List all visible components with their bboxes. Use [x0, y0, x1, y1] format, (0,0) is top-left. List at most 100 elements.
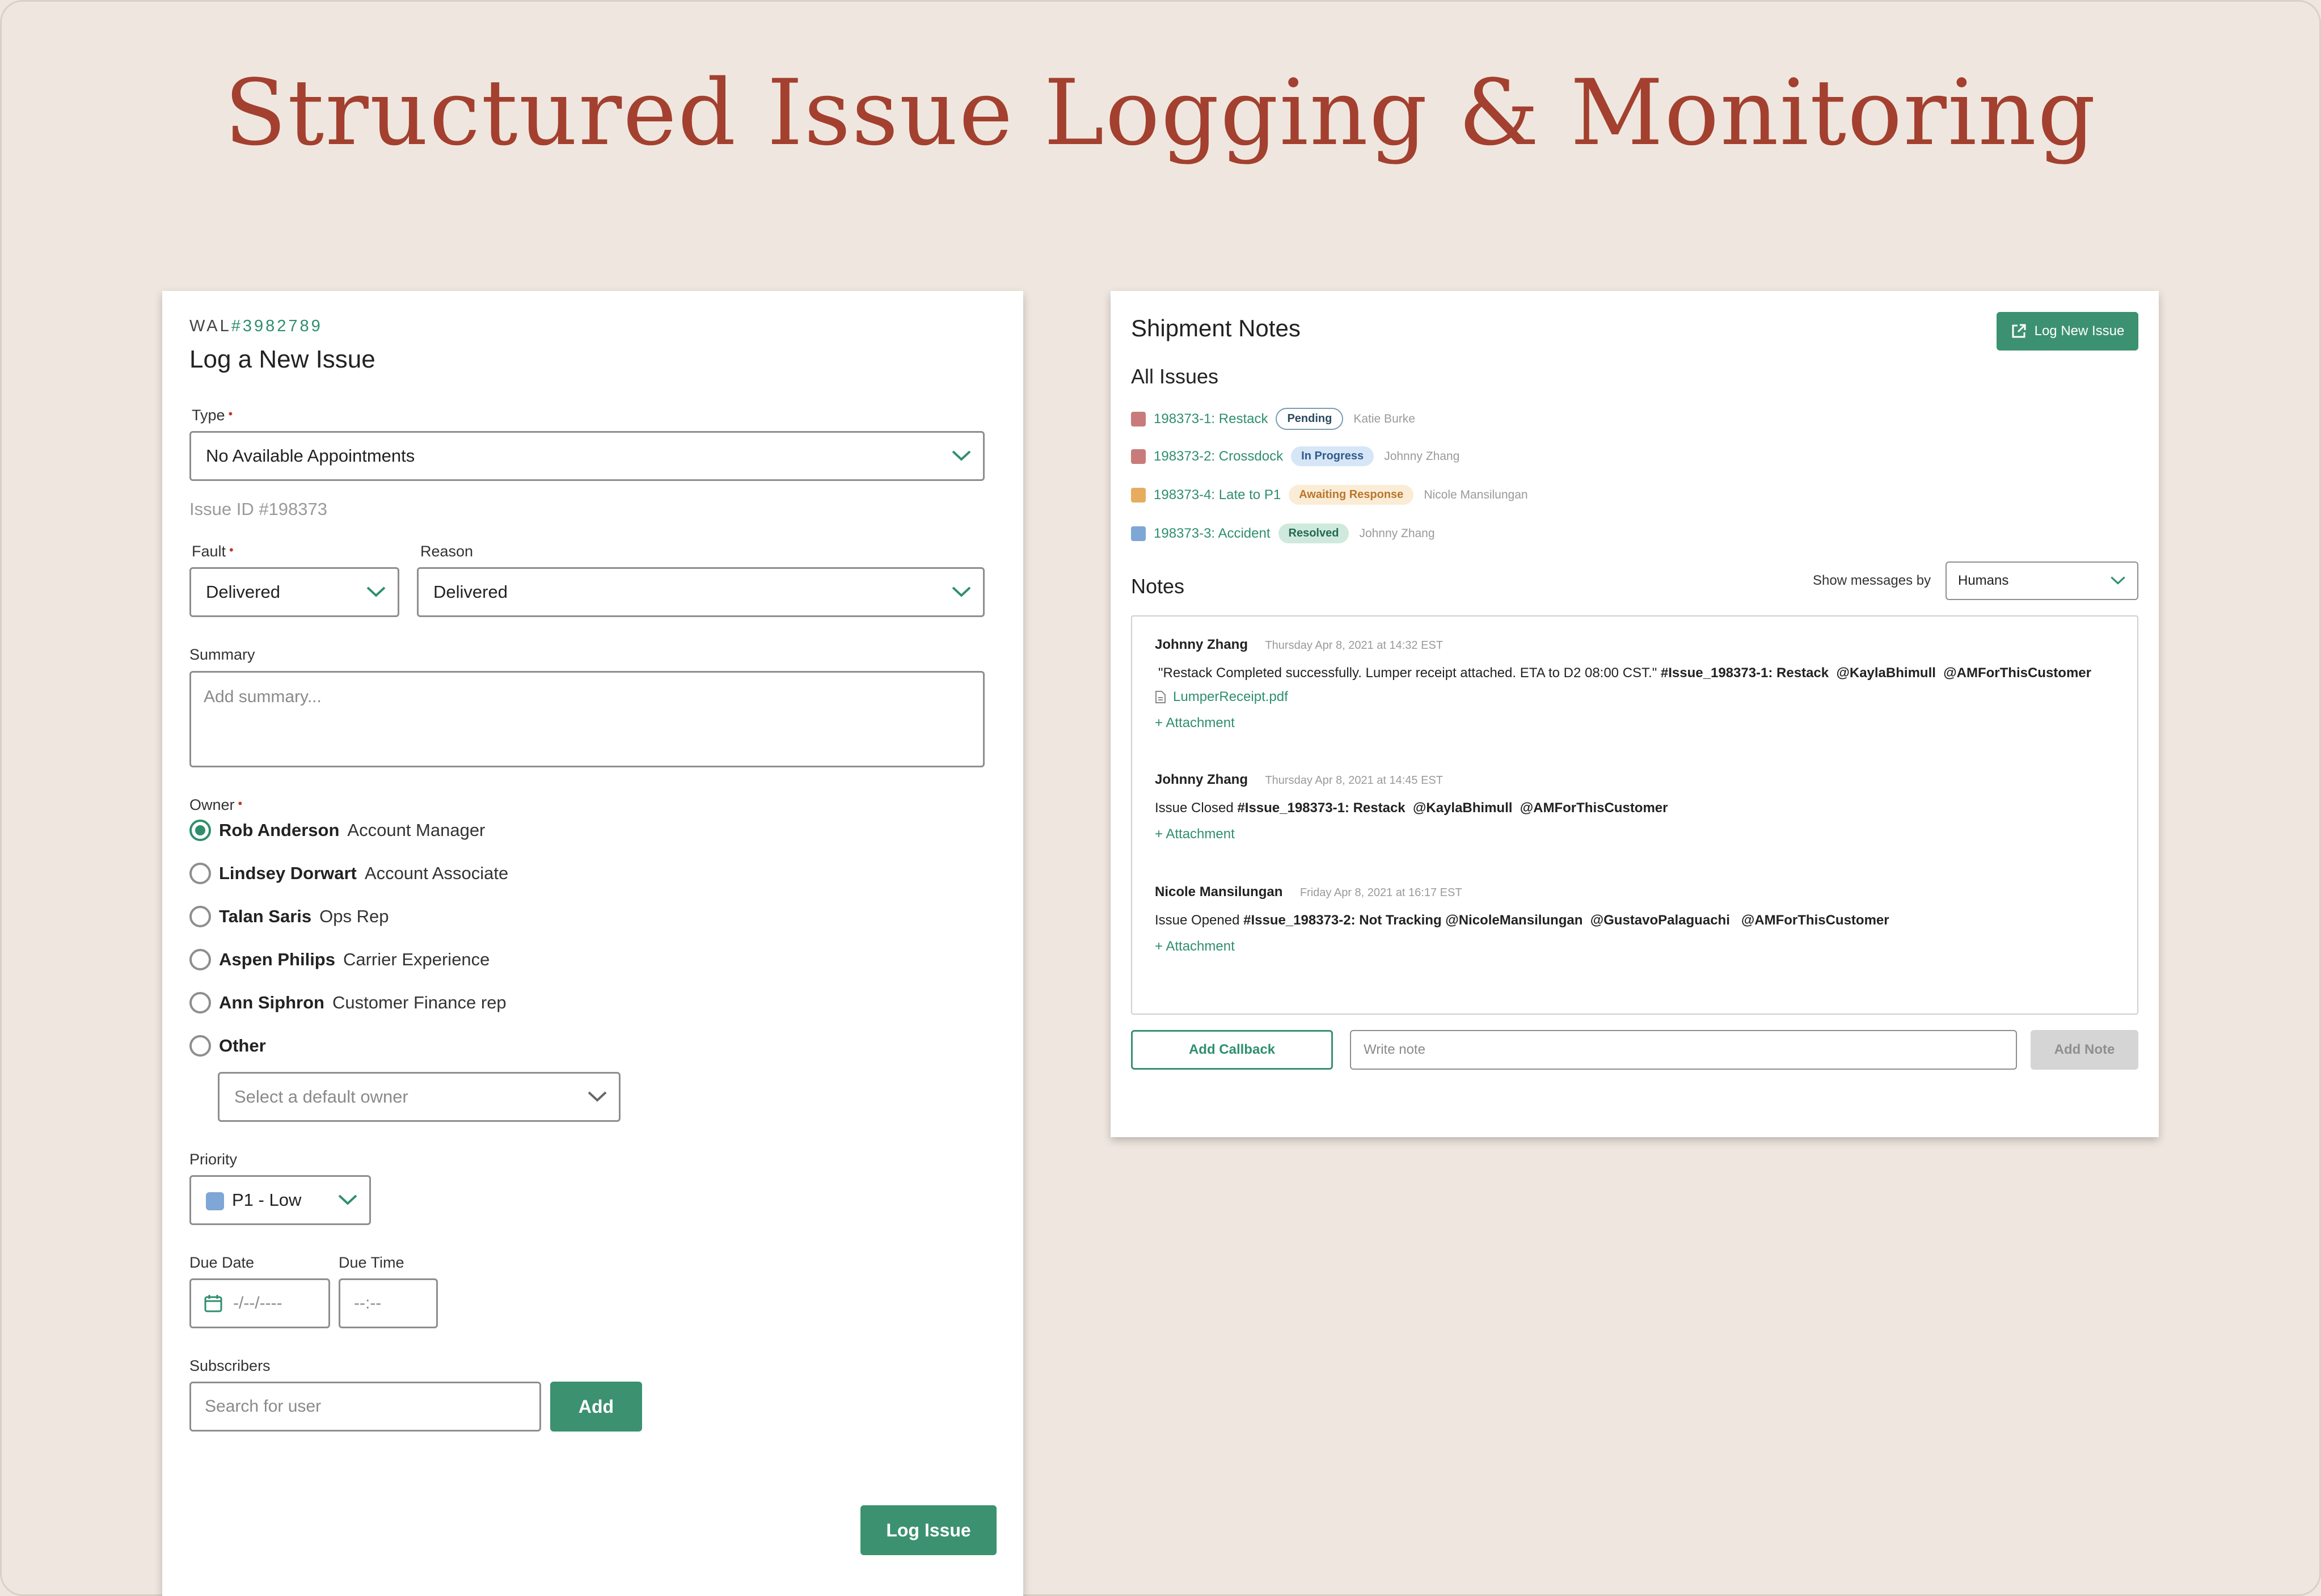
issue-color-swatch: [1131, 449, 1146, 464]
fault-label: Fault •: [192, 543, 234, 560]
issue-owner: Johnny Zhang: [1359, 526, 1435, 540]
owner-option-rob-anderson[interactable]: Rob Anderson Account Manager: [189, 820, 485, 841]
issue-owner: Nicole Mansilungan: [1424, 488, 1528, 501]
form-title: Log a New Issue: [189, 345, 375, 373]
add-note-button[interactable]: Add Note: [2031, 1030, 2138, 1070]
log-issue-button[interactable]: Log Issue: [860, 1505, 997, 1555]
issue-link[interactable]: 198373-3: Accident: [1154, 526, 1271, 542]
owner-option-other[interactable]: Other: [189, 1035, 274, 1057]
type-select[interactable]: No Available Appointments: [189, 431, 985, 481]
issue-row: 198373-1: Restack Pending Katie Burke: [1131, 408, 1415, 430]
owner-role: Ops Rep: [319, 906, 389, 926]
chevron-down-icon: [588, 1091, 607, 1102]
priority-select[interactable]: P1 - Low: [189, 1175, 371, 1225]
issue-color-swatch: [1131, 526, 1146, 541]
fault-value: Delivered: [206, 582, 280, 602]
owner-role: Account Manager: [347, 820, 486, 840]
owner-name: Lindsey Dorwart: [219, 863, 357, 883]
issue-owner: Johnny Zhang: [1384, 449, 1460, 463]
status-badge: Resolved: [1278, 523, 1349, 543]
status-badge: In Progress: [1291, 446, 1374, 466]
note-author: Johnny Zhang: [1155, 772, 1248, 787]
write-note-placeholder: Write note: [1364, 1042, 1425, 1057]
due-date-label: Due Date: [189, 1254, 255, 1271]
issue-color-swatch: [1131, 487, 1146, 503]
external-link-icon: [2012, 324, 2026, 338]
reason-select[interactable]: Delivered: [417, 567, 985, 617]
chevron-down-icon: [2111, 576, 2125, 585]
radio-selected[interactable]: [189, 820, 211, 841]
shipment-number[interactable]: #3982789: [231, 317, 323, 335]
note-item: Nicole Mansilungan Friday Apr 8, 2021 at…: [1155, 884, 1889, 955]
add-attachment-link[interactable]: + Attachment: [1155, 715, 2091, 731]
summary-textarea[interactable]: Add summary...: [189, 671, 985, 767]
note-timestamp: Thursday Apr 8, 2021 at 14:45 EST: [1265, 774, 1443, 787]
page-title: Structured Issue Logging & Monitoring: [224, 60, 2097, 166]
owner-role: Customer Finance rep: [332, 993, 507, 1012]
radio-unselected[interactable]: [189, 906, 211, 927]
shipment-notes-title: Shipment Notes: [1131, 315, 1301, 341]
default-owner-select[interactable]: Select a default owner: [218, 1072, 621, 1122]
note-author: Johnny Zhang: [1155, 637, 1248, 652]
type-label: Type •: [192, 407, 233, 424]
owner-option-aspen-philips[interactable]: Aspen Philips Carrier Experience: [189, 949, 489, 970]
note-item: Johnny Zhang Thursday Apr 8, 2021 at 14:…: [1155, 637, 2091, 731]
status-badge: Awaiting Response: [1289, 485, 1414, 505]
file-icon: [1155, 691, 1166, 703]
status-badge: Pending: [1276, 408, 1344, 430]
fault-select[interactable]: Delivered: [189, 567, 399, 617]
note-tags: #Issue_198373-1: Restack @KaylaBhimull @…: [1237, 800, 1668, 816]
add-callback-button[interactable]: Add Callback: [1131, 1030, 1333, 1070]
note-tags: #Issue_198373-1: Restack @KaylaBhimull @…: [1660, 665, 2091, 681]
shipment-notes-panel: Shipment Notes Log New Issue All Issues …: [1111, 291, 2159, 1137]
default-owner-placeholder: Select a default owner: [234, 1087, 408, 1107]
note-timestamp: Thursday Apr 8, 2021 at 14:32 EST: [1265, 639, 1443, 652]
owner-option-lindsey-dorwart[interactable]: Lindsey Dorwart Account Associate: [189, 863, 508, 884]
subscribers-label: Subscribers: [189, 1357, 271, 1374]
summary-label: Summary: [189, 646, 255, 663]
radio-unselected[interactable]: [189, 863, 211, 884]
add-subscriber-button[interactable]: Add: [550, 1382, 642, 1432]
radio-unselected[interactable]: [189, 1035, 211, 1057]
note-file[interactable]: LumperReceipt.pdf: [1155, 689, 2091, 705]
issue-link[interactable]: 198373-1: Restack: [1154, 411, 1268, 427]
issue-link[interactable]: 198373-2: Crossdock: [1154, 449, 1283, 465]
due-time-input[interactable]: --:--: [339, 1278, 438, 1328]
required-marker: •: [238, 796, 243, 810]
owner-role: Carrier Experience: [343, 949, 490, 969]
log-issue-form: WAL#3982789 Log a New Issue Type • No Ava…: [162, 291, 1023, 1596]
note-item: Johnny Zhang Thursday Apr 8, 2021 at 14:…: [1155, 772, 1668, 842]
chevron-down-icon: [338, 1194, 357, 1205]
due-time-label: Due Time: [339, 1254, 404, 1271]
radio-unselected[interactable]: [189, 992, 211, 1014]
add-attachment-link[interactable]: + Attachment: [1155, 826, 1668, 842]
issue-link[interactable]: 198373-4: Late to P1: [1154, 487, 1281, 503]
subscriber-search-input[interactable]: Search for user: [189, 1382, 541, 1432]
owner-option-ann-siphron[interactable]: Ann Siphron Customer Finance rep: [189, 992, 507, 1014]
reason-label: Reason: [420, 543, 474, 560]
notes-list: Johnny Zhang Thursday Apr 8, 2021 at 14:…: [1131, 615, 2138, 1015]
note-file-name: LumperReceipt.pdf: [1173, 689, 1288, 704]
log-new-issue-button[interactable]: Log New Issue: [1997, 312, 2138, 351]
all-issues-label: All Issues: [1131, 365, 1219, 388]
due-date-input[interactable]: -/--/----: [189, 1278, 330, 1328]
note-timestamp: Friday Apr 8, 2021 at 16:17 EST: [1299, 886, 1462, 899]
owner-name: Rob Anderson: [219, 820, 340, 840]
priority-label: Priority: [189, 1151, 238, 1168]
note-body: Issue Closed #Issue_198373-1: Restack @K…: [1155, 800, 1668, 816]
issue-owner: Katie Burke: [1353, 412, 1415, 425]
owner-name: Aspen Philips: [219, 949, 335, 969]
owner-role: Account Associate: [364, 863, 509, 883]
radio-unselected[interactable]: [189, 949, 211, 970]
owner-name: Ann Siphron: [219, 993, 324, 1012]
write-note-input[interactable]: Write note: [1350, 1030, 2017, 1070]
show-messages-select[interactable]: Humans: [1946, 561, 2138, 600]
required-marker: •: [228, 407, 233, 421]
add-attachment-link[interactable]: + Attachment: [1155, 939, 1889, 955]
owner-name: Talan Saris: [219, 906, 312, 926]
issue-row: 198373-2: Crossdock In Progress Johnny Z…: [1131, 446, 1459, 466]
priority-color-swatch: [206, 1192, 224, 1210]
owner-option-talan-saris[interactable]: Talan Saris Ops Rep: [189, 906, 389, 927]
reason-value: Delivered: [433, 582, 508, 602]
note-body: Issue Opened #Issue_198373-2: Not Tracki…: [1155, 913, 1889, 928]
